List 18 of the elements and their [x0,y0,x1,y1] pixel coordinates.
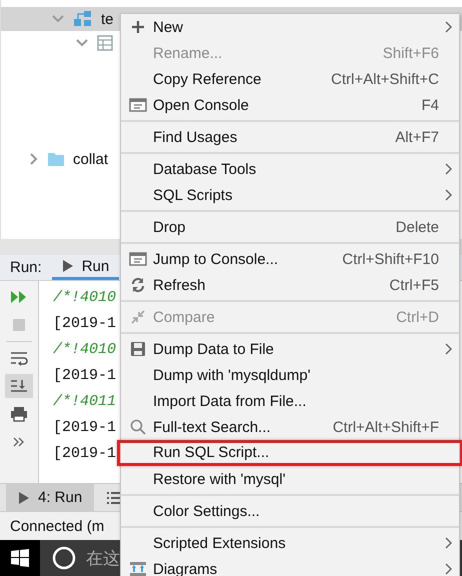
console-line: /*!4010 [53,340,116,360]
status-text: Connected (m [10,518,104,535]
shortcut-label: Ctrl+D [395,308,439,326]
console-line: [2019-1 [53,314,116,334]
shortcut-label: Delete [394,218,439,236]
shortcut-label: F4 [420,96,439,114]
console-line: [2019-1 [53,366,116,386]
shortcut-label: Ctrl+Shift+F10 [341,250,439,268]
console-line: /*!4010 [53,288,116,308]
shortcut-label: Ctrl+F5 [388,276,439,294]
shortcut-label: Alt+F7 [394,128,439,146]
panel-title: Run: [10,259,42,276]
console-line: [2019-1 [53,418,116,438]
console-line: [2019-1 [53,444,116,464]
shortcut-label: Ctrl+Alt+Shift+F [332,418,439,436]
shortcut-label: Shift+F6 [382,44,439,62]
shortcut-label: Ctrl+Alt+Shift+C [330,70,439,88]
console-line: /*!4011 [53,392,116,412]
